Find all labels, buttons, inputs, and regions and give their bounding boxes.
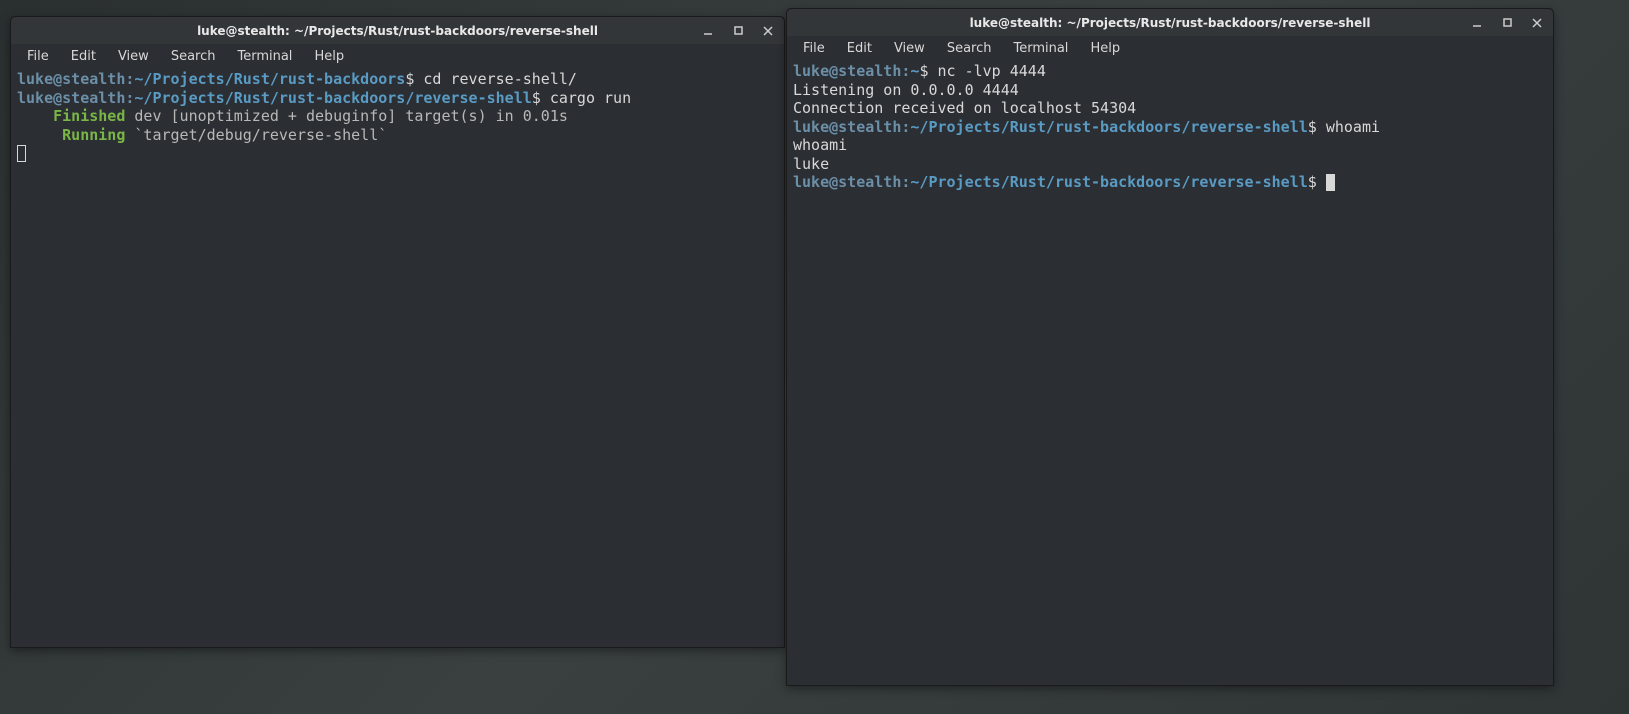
- status-finished: Finished: [53, 107, 125, 125]
- titlebar-left[interactable]: luke@stealth: ~/Projects/Rust/rust-backd…: [11, 17, 784, 44]
- window-controls: [1471, 17, 1543, 29]
- user-host: luke@stealth: [17, 89, 125, 107]
- user-host: luke@stealth: [17, 70, 125, 88]
- term-line: luke@stealth:~/Projects/Rust/rust-backdo…: [17, 89, 778, 108]
- term-line: Listening on 0.0.0.0 4444: [793, 81, 1547, 100]
- menu-search[interactable]: Search: [161, 47, 226, 66]
- close-icon[interactable]: [1531, 17, 1543, 29]
- titlebar-right[interactable]: luke@stealth: ~/Projects/Rust/rust-backd…: [787, 9, 1553, 36]
- term-line: whoami: [793, 136, 1547, 155]
- menu-view[interactable]: View: [884, 39, 935, 58]
- menu-search[interactable]: Search: [937, 39, 1002, 58]
- prompt-dollar: $: [919, 62, 937, 80]
- command: whoami: [1326, 118, 1380, 136]
- prompt-dollar: $: [532, 89, 550, 107]
- menu-file[interactable]: File: [793, 39, 835, 58]
- user-host: luke@stealth: [793, 118, 901, 136]
- window-controls: [702, 25, 774, 37]
- menu-file[interactable]: File: [17, 47, 59, 66]
- user-host: luke@stealth: [793, 173, 901, 191]
- term-line: Running `target/debug/reverse-shell`: [17, 126, 778, 145]
- term-line: luke: [793, 155, 1547, 174]
- term-line: luke@stealth:~/Projects/Rust/rust-backdo…: [17, 70, 778, 89]
- term-line: luke@stealth:~/Projects/Rust/rust-backdo…: [793, 173, 1547, 192]
- path: ~/Projects/Rust/rust-backdoors/reverse-s…: [134, 89, 531, 107]
- window-title: luke@stealth: ~/Projects/Rust/rust-backd…: [797, 16, 1543, 30]
- command: nc -lvp 4444: [938, 62, 1046, 80]
- path: ~/Projects/Rust/rust-backdoors/reverse-s…: [910, 173, 1307, 191]
- path: ~/Projects/Rust/rust-backdoors/reverse-s…: [910, 118, 1307, 136]
- cursor-icon: [1326, 174, 1335, 191]
- menu-help[interactable]: Help: [304, 47, 354, 66]
- menubar-left: File Edit View Search Terminal Help: [11, 44, 784, 68]
- minimize-icon[interactable]: [1471, 17, 1483, 29]
- status-running: Running: [62, 126, 125, 144]
- menu-terminal[interactable]: Terminal: [227, 47, 302, 66]
- term-line: Connection received on localhost 54304: [793, 99, 1547, 118]
- command: cargo run: [550, 89, 631, 107]
- terminal-window-right: luke@stealth: ~/Projects/Rust/rust-backd…: [786, 8, 1554, 686]
- status-rest: `target/debug/reverse-shell`: [125, 126, 387, 144]
- terminal-output-right[interactable]: luke@stealth:~$ nc -lvp 4444 Listening o…: [787, 60, 1553, 685]
- minimize-icon[interactable]: [702, 25, 714, 37]
- menu-terminal[interactable]: Terminal: [1003, 39, 1078, 58]
- menu-view[interactable]: View: [108, 47, 159, 66]
- term-line: Finished dev [unoptimized + debuginfo] t…: [17, 107, 778, 126]
- menubar-right: File Edit View Search Terminal Help: [787, 36, 1553, 60]
- cursor-line: [17, 144, 778, 163]
- command: cd reverse-shell/: [423, 70, 577, 88]
- term-line: luke@stealth:~$ nc -lvp 4444: [793, 62, 1547, 81]
- maximize-icon[interactable]: [732, 25, 744, 37]
- menu-edit[interactable]: Edit: [61, 47, 106, 66]
- window-title: luke@stealth: ~/Projects/Rust/rust-backd…: [21, 24, 774, 38]
- prompt-dollar: $: [1308, 118, 1326, 136]
- indent: [17, 107, 53, 125]
- term-line: luke@stealth:~/Projects/Rust/rust-backdo…: [793, 118, 1547, 137]
- prompt-dollar: $: [1308, 173, 1326, 191]
- menu-help[interactable]: Help: [1080, 39, 1130, 58]
- cursor-icon: [17, 145, 26, 162]
- indent: [17, 126, 62, 144]
- status-rest: dev [unoptimized + debuginfo] target(s) …: [125, 107, 568, 125]
- close-icon[interactable]: [762, 25, 774, 37]
- prompt-dollar: $: [405, 70, 423, 88]
- terminal-window-left: luke@stealth: ~/Projects/Rust/rust-backd…: [10, 16, 785, 648]
- menu-edit[interactable]: Edit: [837, 39, 882, 58]
- terminal-output-left[interactable]: luke@stealth:~/Projects/Rust/rust-backdo…: [11, 68, 784, 647]
- user-host: luke@stealth: [793, 62, 901, 80]
- path: ~/Projects/Rust/rust-backdoors: [134, 70, 405, 88]
- maximize-icon[interactable]: [1501, 17, 1513, 29]
